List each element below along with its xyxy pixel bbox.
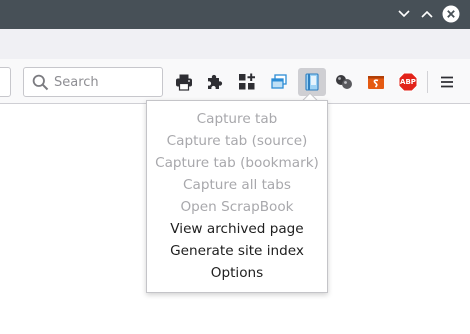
search-placeholder: Search [54, 75, 99, 90]
tabs-button[interactable] [265, 68, 293, 96]
hamburger-menu-icon [441, 76, 453, 88]
search-icon [32, 74, 49, 91]
print-button[interactable] [170, 68, 198, 96]
slides-button[interactable] [362, 68, 390, 96]
add-widget-icon [239, 73, 255, 90]
extension-icon [336, 75, 352, 89]
adblock-button[interactable]: ABP [394, 68, 422, 96]
menu-item-view-archived-page[interactable]: View archived page [147, 218, 327, 240]
tabs-icon [271, 74, 287, 89]
puzzle-icon [208, 74, 223, 89]
navigation-toolbar: Search ABP [0, 59, 470, 104]
add-widget-button[interactable] [233, 68, 261, 96]
menu-item-options[interactable]: Options [147, 262, 327, 284]
chevron-down-icon[interactable] [395, 5, 413, 23]
menu-item-open-scrapbook: Open ScrapBook [180, 199, 294, 215]
menu-item-generate-site-index[interactable]: Generate site index [147, 240, 327, 262]
search-input[interactable]: Search [23, 67, 163, 97]
print-icon [176, 74, 192, 91]
menu-item-capture-tab-source: Capture tab (source) [166, 133, 308, 149]
scrapbook-popup-menu: Capture tab Capture tab (source) Capture… [146, 100, 328, 293]
chevron-up-icon[interactable] [418, 5, 436, 23]
main-menu-button[interactable] [433, 68, 461, 96]
extension-button[interactable] [330, 68, 358, 96]
slides-icon [368, 76, 384, 89]
adblock-label: ABP [400, 78, 416, 86]
addons-button[interactable] [201, 68, 229, 96]
scrapbook-icon [305, 73, 319, 91]
url-bar[interactable] [0, 67, 11, 97]
window-titlebar [0, 0, 470, 29]
scrapbook-button[interactable] [298, 68, 326, 96]
menu-item-capture-all-tabs: Capture all tabs [183, 177, 291, 193]
tab-strip [0, 29, 470, 59]
close-icon[interactable] [442, 5, 460, 23]
toolbar-separator [427, 71, 428, 93]
menu-item-capture-tab-bookmark: Capture tab (bookmark) [155, 155, 319, 171]
menu-item-capture-tab: Capture tab [196, 111, 278, 127]
